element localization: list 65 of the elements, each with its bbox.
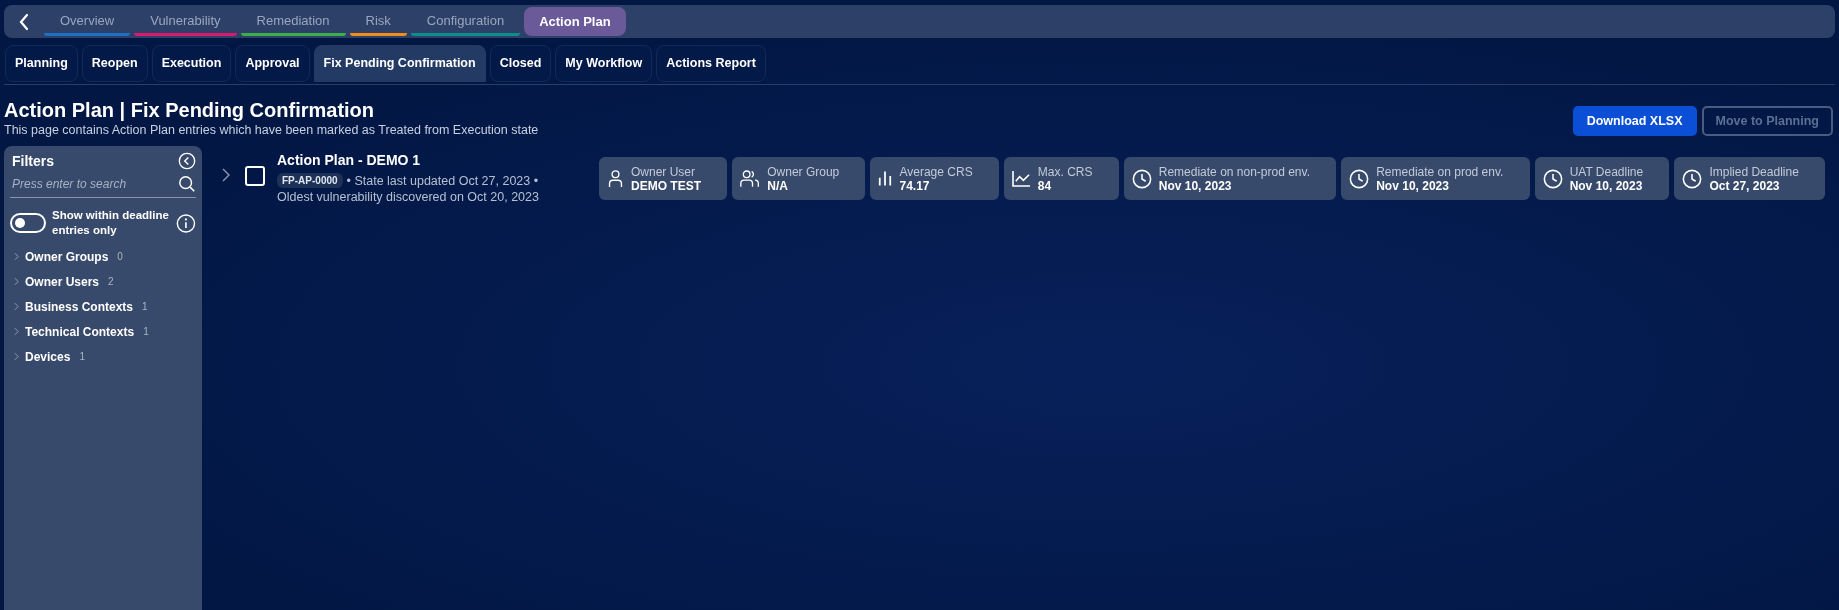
card-value: N/A [767,178,789,193]
toggle-switch[interactable] [10,213,46,233]
chevron-icon [14,352,19,361]
card-label: Max. CRS [1037,164,1093,179]
clock-icon [1542,168,1563,189]
sub-tab[interactable]: Execution [151,45,232,82]
nav-tab[interactable]: Remediation [240,7,346,36]
clock-icon [1131,168,1152,189]
card-value: 84 [1037,178,1053,193]
chevron-icon [14,252,19,261]
sub-tab[interactable]: Planning [5,45,78,82]
info-icon[interactable] [176,212,196,234]
filter-group[interactable]: Business Contexts 1 [10,294,196,319]
card-value: Nov 10, 2023 [1376,178,1450,193]
search-field[interactable]: Press enter to search [12,177,162,191]
toggle-label: Show within deadline entries only [52,208,170,238]
nav-tab[interactable]: Action Plan [524,7,626,36]
bar-chart-icon [878,170,893,187]
card-label: Owner User [631,164,696,179]
search-icon[interactable] [178,175,196,193]
sub-tab[interactable]: Actions Report [656,45,766,82]
sub-tab[interactable]: Closed [489,45,552,82]
chevron-icon [14,277,19,286]
entry-updated: • State last updated Oct 27, 2023 • [346,174,539,188]
line-chart-icon [1011,170,1031,187]
user-icon [607,169,624,188]
page-title: Action Plan | Fix Pending Confirmation [4,99,376,122]
card-label: Remediate on non-prod env. [1158,164,1310,179]
card-value: Nov 10, 2023 [1569,178,1644,193]
collapse-icon[interactable] [178,152,196,170]
nav-tab[interactable]: Overview [44,7,131,36]
checkbox[interactable] [245,166,265,186]
back-icon[interactable] [18,12,30,31]
sub-tab[interactable]: Approval [235,45,310,82]
chevron-icon [14,302,19,311]
entry-id: FP-AP-0000 [277,172,343,188]
filters-title: Filters [12,153,54,169]
page-subtitle: This page contains Action Plan entries which have been marked as Treated from Execution state [4,123,539,137]
sub-tab[interactable]: My Workflow [555,45,653,82]
card-label: Owner Group [767,164,840,179]
filter-group[interactable]: Devices 1 [10,344,196,369]
chevron-icon [14,327,19,336]
entry-title: Action Plan - DEMO 1 [277,152,422,168]
card-label: Remediate on prod env. [1376,164,1504,179]
expand-icon[interactable] [222,168,230,182]
nav-tab[interactable]: Vulnerability [134,7,237,36]
filter-group[interactable]: Owner Groups 0 [10,244,196,269]
users-icon [740,169,761,188]
entry-oldest: Oldest vulnerability discovered on Oct 20, 2023 [277,190,540,204]
nav-tab[interactable]: Configuration [410,7,521,36]
card-value: 74.17 [899,178,930,193]
filter-group[interactable]: Technical Contexts 1 [10,319,196,344]
card-label: Implied Deadline [1709,164,1799,179]
action-button[interactable]: Download XLSX [1572,106,1697,136]
card-value: Nov 10, 2023 [1158,178,1233,193]
card-label: UAT Deadline [1569,164,1644,179]
filter-group[interactable]: Owner Users 2 [10,269,196,294]
sub-tab[interactable]: Reopen [81,45,148,82]
card-value: Oct 27, 2023 [1709,178,1781,193]
card-label: Average CRS [899,164,973,179]
nav-tab[interactable]: Risk [349,7,407,36]
card-value: DEMO TEST [631,178,701,193]
sub-tab[interactable]: Fix Pending Confirmation [313,45,486,82]
clock-icon [1682,168,1703,189]
clock-icon [1349,168,1370,189]
